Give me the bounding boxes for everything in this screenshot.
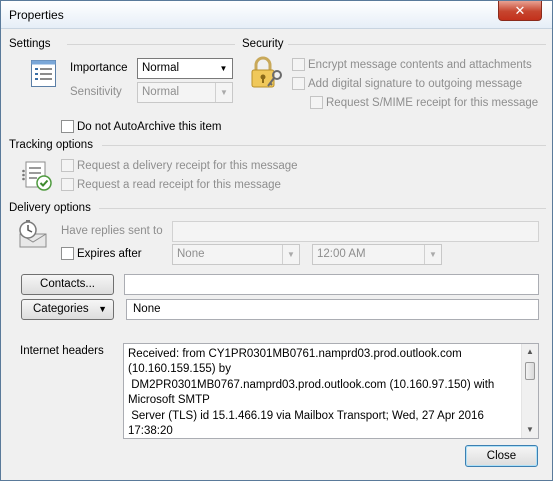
- expires-date-select[interactable]: None ▼: [172, 244, 300, 265]
- smime-checkbox[interactable]: [310, 96, 323, 109]
- categories-button-label: Categories: [33, 303, 89, 315]
- settings-list-icon: [31, 60, 56, 87]
- settings-divider: [67, 44, 235, 45]
- contacts-field[interactable]: [124, 274, 539, 295]
- sensitivity-select[interactable]: Normal ▼: [137, 82, 233, 103]
- sensitivity-label: Sensitivity: [70, 86, 122, 98]
- delivery-receipt-label: Request a delivery receipt for this mess…: [77, 160, 298, 172]
- close-icon: ✕: [514, 3, 526, 18]
- encrypt-label: Encrypt message contents and attachments: [308, 59, 532, 71]
- encrypt-checkbox[interactable]: [292, 58, 305, 71]
- scroll-up-icon[interactable]: ▲: [522, 344, 538, 360]
- chevron-down-icon: ▼: [215, 83, 232, 102]
- replies-field[interactable]: [172, 221, 539, 242]
- replies-label: Have replies sent to: [61, 225, 163, 237]
- contacts-button-label: Contacts...: [40, 278, 95, 290]
- smime-label: Request S/MIME receipt for this message: [326, 97, 539, 109]
- window-title: Properties: [9, 8, 64, 22]
- chevron-down-icon: ▼: [98, 304, 107, 314]
- delivery-group-label: Delivery options: [9, 202, 91, 214]
- properties-dialog: Properties ✕ Settings Importance Normal …: [0, 0, 553, 481]
- close-button-label: Close: [486, 450, 517, 462]
- chevron-down-icon: ▼: [424, 245, 441, 264]
- delivery-receipt-checkbox[interactable]: [61, 159, 74, 172]
- expires-time-value: 12:00 AM: [317, 248, 366, 260]
- lock-key-icon: [251, 56, 282, 88]
- security-divider: [288, 44, 546, 45]
- importance-select[interactable]: Normal ▼: [137, 58, 233, 79]
- internet-headers-textarea[interactable]: Received: from CY1PR0301MB0761.namprd03.…: [123, 343, 539, 439]
- scroll-down-icon[interactable]: ▼: [522, 422, 538, 438]
- delivery-clock-icon: [19, 220, 47, 248]
- categories-value: None: [133, 303, 161, 315]
- autoarchive-label: Do not AutoArchive this item: [77, 121, 222, 133]
- contacts-button[interactable]: Contacts...: [21, 274, 114, 295]
- expires-time-select[interactable]: 12:00 AM ▼: [312, 244, 442, 265]
- importance-value: Normal: [142, 62, 180, 74]
- headers-scrollbar[interactable]: ▲ ▼: [521, 344, 538, 438]
- signature-label: Add digital signature to outgoing messag…: [308, 78, 523, 90]
- read-receipt-label: Request a read receipt for this message: [77, 179, 281, 191]
- scroll-thumb[interactable]: [525, 362, 535, 380]
- expires-date-value: None: [177, 248, 205, 260]
- chevron-down-icon: ▼: [219, 64, 228, 73]
- tracking-checklist-icon: [22, 161, 52, 191]
- tracking-group-label: Tracking options: [9, 139, 93, 151]
- read-receipt-checkbox[interactable]: [61, 178, 74, 191]
- settings-group-label: Settings: [9, 38, 51, 50]
- sensitivity-value: Normal: [142, 86, 180, 98]
- signature-checkbox[interactable]: [292, 77, 305, 90]
- security-group-label: Security: [242, 38, 284, 50]
- expires-checkbox[interactable]: [61, 247, 74, 260]
- close-button[interactable]: Close: [465, 445, 538, 467]
- tracking-divider: [102, 145, 546, 146]
- internet-headers-text: Received: from CY1PR0301MB0761.namprd03.…: [128, 348, 495, 438]
- expires-label: Expires after: [77, 248, 142, 260]
- chevron-down-icon: ▼: [282, 245, 299, 264]
- categories-button[interactable]: Categories ▼: [21, 299, 114, 320]
- title-bar: Properties ✕: [1, 1, 552, 29]
- internet-headers-label: Internet headers: [20, 345, 104, 357]
- autoarchive-checkbox[interactable]: [61, 120, 74, 133]
- importance-label: Importance: [70, 62, 128, 74]
- delivery-divider: [99, 208, 546, 209]
- window-close-button[interactable]: ✕: [498, 1, 542, 21]
- categories-field[interactable]: None: [126, 299, 539, 320]
